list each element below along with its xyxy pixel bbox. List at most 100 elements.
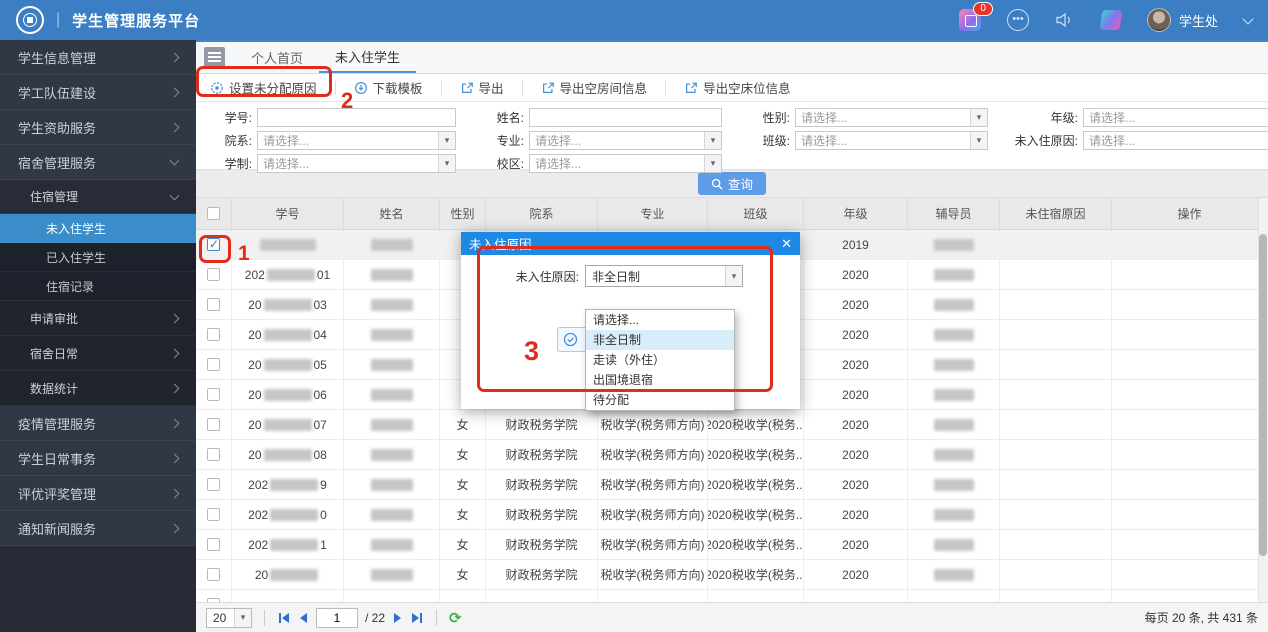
reason-select[interactable]: 请选择... — [1083, 130, 1268, 150]
sidebar-item-not-checked-in[interactable]: 未入住学生 — [0, 214, 196, 243]
table-row[interactable]: 20 08 女 财政税务学院 税收学(税务师方向) 2020税收学(税务... 2… — [196, 440, 1268, 470]
sidebar-item-dorm-daily[interactable]: 宿舍日常 — [0, 336, 196, 371]
page-number-input[interactable] — [316, 607, 358, 628]
redacted-student-id — [270, 538, 319, 551]
tab-home[interactable]: 个人首页 — [235, 42, 319, 73]
export-empty-beds-button[interactable]: 导出空床位信息 — [678, 78, 797, 97]
sidebar-item-staff-team[interactable]: 学工队伍建设 — [0, 75, 196, 110]
dropdown-option[interactable]: 出国境退宿 — [586, 370, 734, 390]
sidebar-item-statistics[interactable]: 数据统计 — [0, 371, 196, 406]
redacted-name — [370, 568, 413, 581]
sidebar-item-residence-records[interactable]: 住宿记录 — [0, 272, 196, 301]
redacted-counselor — [933, 268, 974, 281]
scrollbar-thumb[interactable] — [1259, 234, 1267, 556]
row-checkbox[interactable] — [207, 237, 220, 251]
user-menu[interactable]: 学生处 — [1146, 8, 1218, 32]
redacted-name — [370, 328, 413, 341]
class-select[interactable]: 请选择... — [795, 130, 988, 150]
download-template-button[interactable]: 下载模板 — [348, 78, 429, 97]
row-checkbox[interactable] — [207, 418, 220, 431]
toolbar: 设置未分配原因 下载模板 导出 导出空房间信息 导出空床位信息 — [196, 74, 1268, 102]
department-select[interactable]: 请选择... — [257, 130, 456, 150]
export-icon — [542, 82, 554, 93]
student-id-input[interactable] — [257, 107, 456, 127]
row-checkbox[interactable] — [207, 298, 220, 311]
table-row[interactable]: 202 0 女 财政税务学院 税收学(税务师方向) 2020税收学(税务... 2… — [196, 500, 1268, 530]
chat-icon[interactable]: ••• — [1006, 9, 1029, 31]
first-page-button[interactable] — [277, 611, 291, 625]
gear-icon — [211, 81, 223, 94]
notifications-icon[interactable]: 0 — [958, 2, 993, 31]
export-empty-rooms-button[interactable]: 导出空房间信息 — [535, 78, 654, 97]
table-row[interactable]: 20 07 女 财政税务学院 税收学(税务师方向) 2020税收学(税务... 2… — [196, 410, 1268, 440]
table-row[interactable]: 202 1 女 财政税务学院 税收学(税务师方向) 2020税收学(税务... 2… — [196, 530, 1268, 560]
row-checkbox[interactable] — [207, 358, 220, 371]
filter-label: 姓名: — [496, 110, 524, 125]
sidebar-item-student-info[interactable]: 学生信息管理 — [0, 40, 196, 75]
gender-select[interactable]: 请选择... — [795, 107, 988, 127]
select-all-checkbox[interactable] — [207, 207, 220, 220]
toolbar-divider — [440, 80, 442, 95]
redacted-name — [370, 418, 413, 431]
last-page-button[interactable] — [410, 611, 424, 625]
dropdown-option[interactable]: 请选择... — [586, 310, 734, 330]
name-input[interactable] — [529, 107, 722, 127]
query-button[interactable]: 查询 — [697, 172, 766, 195]
header-divider: | — [56, 11, 61, 28]
prev-page-button[interactable] — [298, 611, 309, 625]
sidebar-item-news[interactable]: 通知新闻服务 — [0, 511, 196, 546]
table-row[interactable]: 20 女 财政税务学院 税收学(税务师方向) 2020税收学(税务... 202… — [196, 560, 1268, 590]
sidebar-item-residence-mgmt[interactable]: 住宿管理 — [0, 180, 196, 214]
row-checkbox[interactable] — [207, 328, 220, 341]
speaker-icon[interactable] — [1055, 11, 1075, 29]
collapse-menu-icon[interactable] — [204, 47, 225, 68]
chevron-right-icon — [169, 453, 180, 463]
dropdown-option[interactable]: 待分配 — [586, 390, 734, 410]
tab-bar: 个人首页 未入住学生 — [196, 40, 1268, 74]
dropdown-option[interactable]: 走读（外住） — [586, 350, 734, 370]
reason-value-select[interactable]: 非全日制 — [585, 265, 743, 287]
set-unassigned-reason-button[interactable]: 设置未分配原因 — [204, 78, 323, 97]
row-checkbox[interactable] — [207, 598, 220, 602]
redacted-counselor — [933, 298, 974, 311]
row-checkbox[interactable] — [207, 568, 220, 581]
sidebar-item-checked-in[interactable]: 已入住学生 — [0, 243, 196, 272]
sidebar-item-student-aid[interactable]: 学生资助服务 — [0, 110, 196, 145]
row-checkbox[interactable] — [207, 448, 220, 461]
export-icon — [461, 82, 473, 93]
sidebar-item-awards[interactable]: 评优评奖管理 — [0, 476, 196, 511]
sidebar-item-apply-approve[interactable]: 申请审批 — [0, 301, 196, 336]
sidebar-item-daily-affairs[interactable]: 学生日常事务 — [0, 441, 196, 476]
theme-icon[interactable] — [1099, 10, 1123, 30]
campus-select[interactable]: 请选择... — [529, 153, 722, 173]
redacted-student-id — [263, 358, 312, 371]
refresh-icon[interactable]: ⟳ — [449, 609, 462, 627]
dropdown-option-selected[interactable]: 非全日制 — [586, 330, 734, 350]
redacted-counselor — [933, 358, 974, 371]
school-logo-icon — [16, 6, 44, 34]
close-icon[interactable]: ✕ — [781, 236, 792, 252]
study-length-select[interactable]: 请选择... — [257, 153, 456, 173]
caret-down-icon — [725, 266, 742, 286]
row-checkbox[interactable] — [207, 388, 220, 401]
page-size-select[interactable]: 20 — [206, 607, 252, 628]
table-row[interactable]: 202 9 女 财政税务学院 税收学(税务师方向) 2020税收学(税务... 2… — [196, 470, 1268, 500]
row-checkbox[interactable] — [207, 478, 220, 491]
chevron-down-icon — [169, 190, 180, 200]
row-checkbox[interactable] — [207, 268, 220, 281]
row-checkbox[interactable] — [207, 508, 220, 521]
record-count-summary: 每页 20 条, 共 431 条 — [1144, 611, 1258, 625]
chevron-down-icon[interactable] — [1242, 12, 1254, 25]
export-button[interactable]: 导出 — [454, 78, 510, 97]
row-checkbox[interactable] — [207, 538, 220, 551]
sidebar-item-epidemic[interactable]: 疫情管理服务 — [0, 406, 196, 441]
sidebar-item-dorm-service[interactable]: 宿舍管理服务 — [0, 145, 196, 180]
grade-select[interactable]: 请选择... — [1083, 107, 1268, 127]
next-page-button[interactable] — [392, 611, 403, 625]
redacted-student-id — [270, 478, 319, 491]
chevron-right-icon — [169, 418, 180, 428]
tab-not-checked-in[interactable]: 未入住学生 — [319, 42, 417, 73]
major-select[interactable]: 请选择... — [529, 130, 722, 150]
caret-down-icon — [234, 608, 251, 627]
filter-label: 年级: — [1050, 110, 1078, 125]
